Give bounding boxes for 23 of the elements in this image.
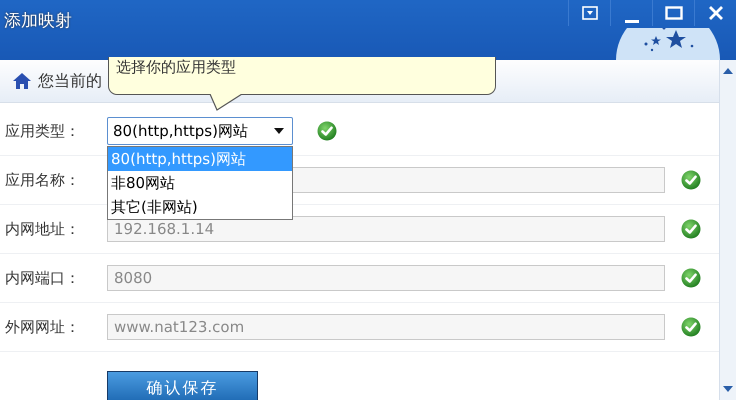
dropdown-option[interactable]: 80(http,https)网站 xyxy=(108,147,292,171)
minimize-icon xyxy=(624,20,638,22)
input-field[interactable]: 8080 xyxy=(107,265,665,291)
maximize-icon xyxy=(664,6,682,20)
dropdown-box-icon xyxy=(582,6,598,20)
field-label: 应用类型： xyxy=(4,122,81,140)
breadcrumb-label: 您当前的 xyxy=(38,70,102,92)
tooltip-text: 选择你的应用类型 xyxy=(116,58,236,77)
scroll-up-icon[interactable] xyxy=(723,68,733,74)
scrollbar[interactable] xyxy=(719,60,736,400)
home-icon[interactable] xyxy=(12,72,32,90)
save-button[interactable]: 确认保存 xyxy=(107,371,258,400)
field-label: 外网网址： xyxy=(4,318,81,336)
field-label: 内网地址： xyxy=(4,220,81,238)
window-title: 添加映射 xyxy=(4,10,72,32)
select-field[interactable]: 80(http,https)网站 xyxy=(107,117,293,145)
field-label: 内网端口： xyxy=(4,268,81,288)
input-field[interactable]: 192.168.1.14 xyxy=(107,216,665,242)
input-field[interactable]: www.nat123.com xyxy=(107,314,665,340)
scroll-down-icon[interactable] xyxy=(723,386,733,392)
field-label: 应用名称： xyxy=(4,170,81,190)
caret-icon xyxy=(274,128,284,134)
close-icon xyxy=(708,5,724,21)
